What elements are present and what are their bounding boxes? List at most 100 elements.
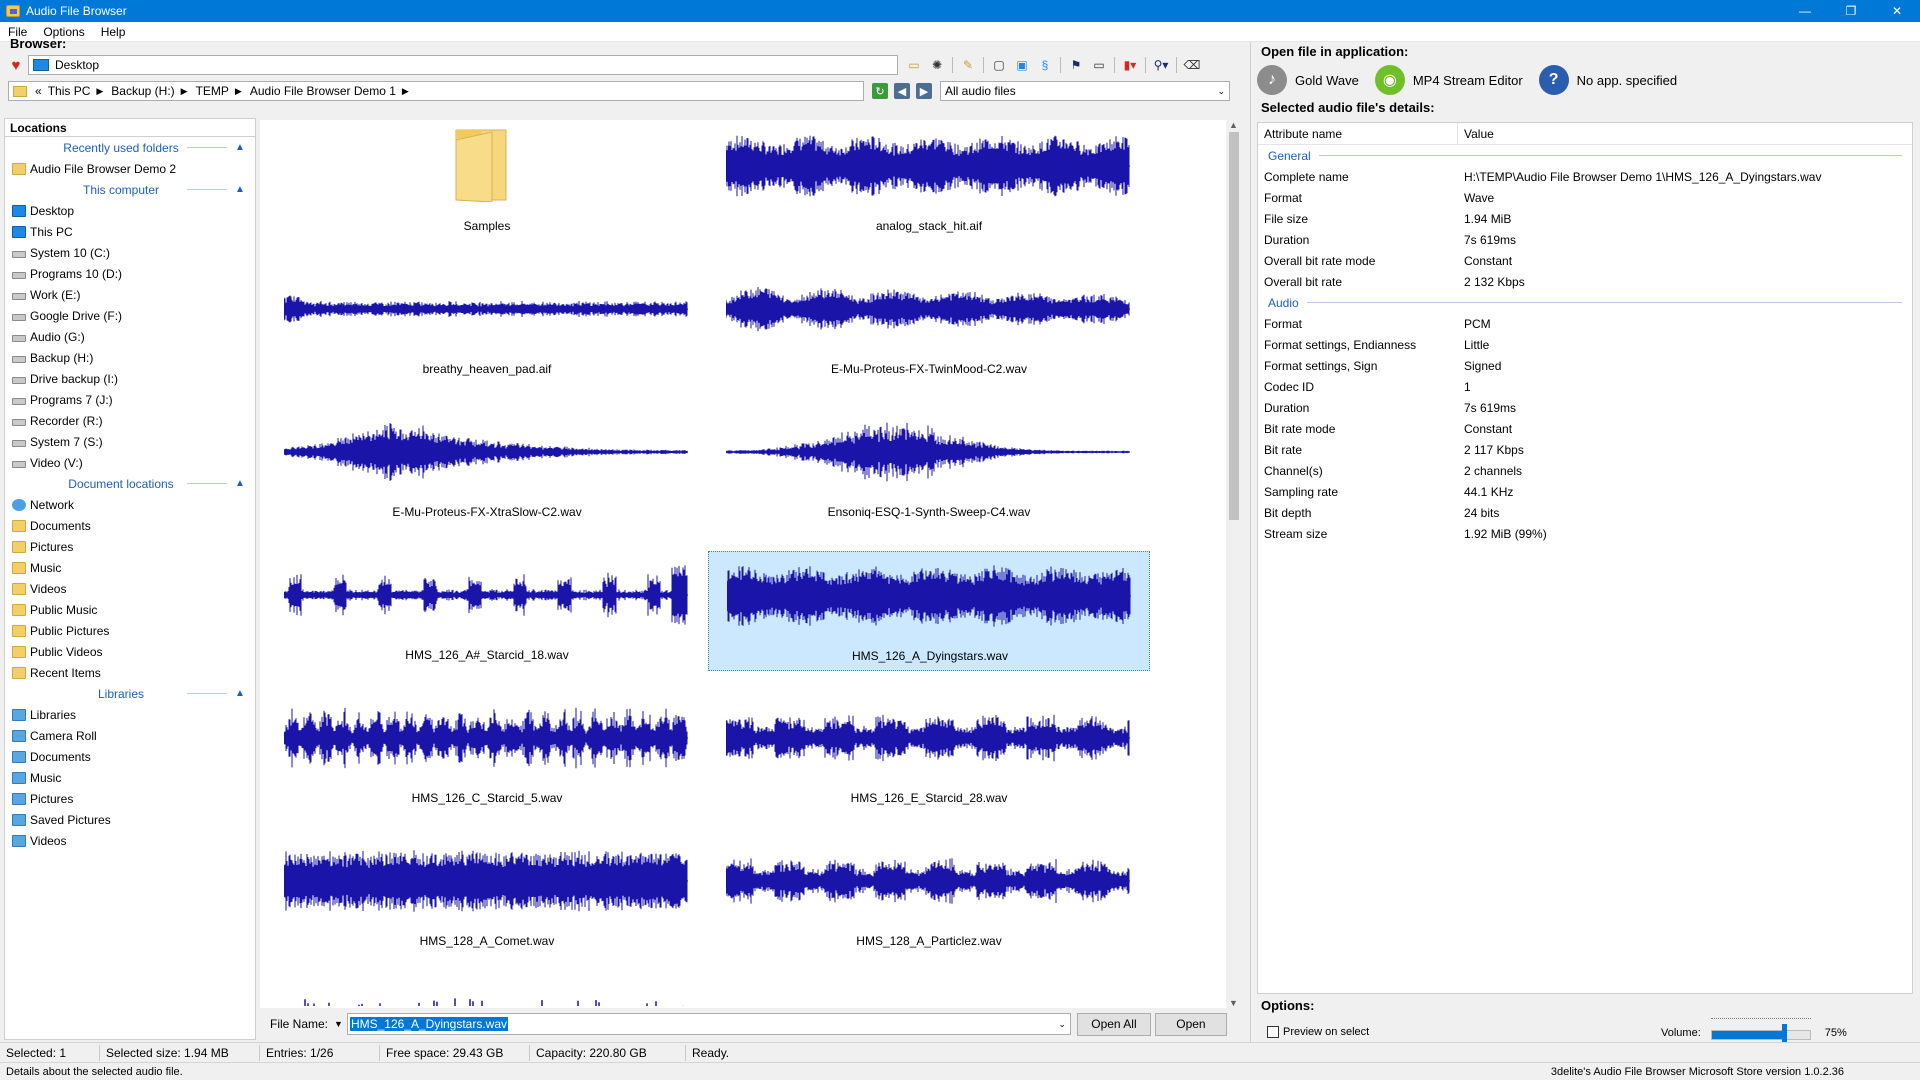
tree-item[interactable]: Music [5,557,255,578]
audio-file-tile[interactable]: HMS_126_A#_Starcid_18.wav [266,551,708,671]
details-row[interactable]: Duration 7s 619ms [1258,397,1912,418]
audio-file-tile[interactable]: HMS_128_A_Comet.wav [266,837,708,957]
tree-item[interactable]: Programs 10 (D:) [5,263,255,284]
breadcrumb-this-pc[interactable]: This PC [48,84,91,98]
breadcrumb-temp[interactable]: TEMP [196,84,229,98]
bookmark-icon[interactable]: ▮▾ [1120,55,1140,75]
settings-gear-icon[interactable]: ✺ [927,55,947,75]
tree-item[interactable]: This PC [5,221,255,242]
scroll-thumb[interactable] [1229,132,1239,520]
app-none[interactable]: ? No app. specified [1538,65,1677,95]
scroll-up-icon[interactable]: ▲ [1229,120,1238,130]
tree-item[interactable]: Music [5,767,255,788]
collapse-chevron-icon[interactable]: ▲ [235,184,249,195]
col-value[interactable]: Value [1458,127,1494,141]
breadcrumb-back[interactable]: « [35,84,42,98]
audio-file-tile[interactable]: HMS_126_A_Dyingstars.wav [708,551,1150,671]
skin-icon[interactable]: § [1035,55,1055,75]
details-row[interactable]: Sampling rate 44.1 KHz [1258,481,1912,502]
collapse-chevron-icon[interactable]: ▲ [235,478,249,489]
tree-group-header[interactable]: Libraries ▲ [5,683,255,704]
details-row[interactable]: Codec ID 1 [1258,376,1912,397]
minimize-button[interactable]: — [1782,0,1828,22]
refresh-icon[interactable]: ↻ [872,83,888,99]
tree-item[interactable]: Backup (H:) [5,347,255,368]
open-button[interactable]: Open [1154,1012,1227,1036]
audio-file-tile[interactable]: HMS_126_C_Starcid_5.wav [266,694,708,814]
favorite-heart-icon[interactable]: ♥ [8,57,24,74]
audio-file-tile[interactable]: Ensoniq-ESQ-1-Synth-Sweep-C4.wav [708,408,1150,528]
tree-item[interactable]: Drive backup (I:) [5,368,255,389]
preview-on-select[interactable]: Preview on select [1267,1026,1369,1038]
details-row[interactable]: File size 1.94 MiB [1258,208,1912,229]
details-row[interactable]: Format settings, Endianness Little [1258,334,1912,355]
file-name-input[interactable]: HMS_126_A_Dyingstars.wav ⌄ [346,1013,1071,1035]
tree-item[interactable]: Public Music [5,599,255,620]
back-arrow-icon[interactable]: ◀ [894,83,910,99]
tree-item[interactable]: Audio File Browser Demo 2 [5,158,255,179]
tree-item[interactable]: System 10 (C:) [5,242,255,263]
folder-tile[interactable]: Samples [266,122,708,242]
details-row[interactable]: Bit depth 24 bits [1258,502,1912,523]
audio-file-tile[interactable]: E-Mu-Proteus-FX-TwinMood-C2.wav [708,265,1150,385]
details-row[interactable]: Format Wave [1258,187,1912,208]
tree-item[interactable]: Recent Items [5,662,255,683]
details-row[interactable]: Channel(s) 2 channels [1258,460,1912,481]
details-row[interactable]: Bit rate mode Constant [1258,418,1912,439]
tree-item[interactable]: Documents [5,515,255,536]
open-all-button[interactable]: Open All [1076,1012,1151,1036]
tree-item[interactable]: Pictures [5,788,255,809]
collapse-chevron-icon[interactable]: ▲ [235,688,249,699]
tree-item[interactable]: Public Pictures [5,620,255,641]
tree-item[interactable]: Videos [5,578,255,599]
collapse-chevron-icon[interactable]: ▲ [235,142,249,153]
forward-arrow-icon[interactable]: ▶ [916,83,932,99]
tree-group-header[interactable]: This computer ▲ [5,179,255,200]
view-thumbnails-icon[interactable]: ▣ [1012,55,1032,75]
tree-item[interactable]: Audio (G:) [5,326,255,347]
monitor-icon[interactable]: ▭ [1089,55,1109,75]
breadcrumb[interactable]: « This PC ▶ Backup (H:) ▶ TEMP ▶ Audio F… [8,81,864,101]
audio-file-tile[interactable]: analog_stack_hit.aif [708,122,1150,242]
tree-group-header[interactable]: Recently used folders ▲ [5,137,255,158]
details-row[interactable]: Overall bit rate mode Constant [1258,250,1912,271]
audio-file-tile[interactable]: HMS_126_E_Starcid_28.wav [708,694,1150,814]
clear-icon[interactable]: ⌫ [1182,55,1202,75]
close-button[interactable]: ✕ [1874,0,1920,22]
edit-folder-icon[interactable]: ✎ [958,55,978,75]
details-row[interactable]: Format PCM [1258,313,1912,334]
tree-item[interactable]: Desktop [5,200,255,221]
audio-file-tile[interactable]: breathy_heaven_pad.aif [266,265,708,385]
tree-item[interactable]: Video (V:) [5,452,255,473]
view-list-icon[interactable]: ▢ [989,55,1009,75]
chevron-right-icon[interactable]: ▶ [402,86,409,97]
tree-item[interactable]: Work (E:) [5,284,255,305]
tree-item[interactable]: Google Drive (F:) [5,305,255,326]
menu-help[interactable]: Help [93,22,134,42]
maximize-button[interactable]: ❐ [1828,0,1874,22]
tree-item[interactable]: Camera Roll [5,725,255,746]
tree-item[interactable]: Pictures [5,536,255,557]
tree-group-header[interactable]: Document locations ▲ [5,473,255,494]
tree-item[interactable]: Documents [5,746,255,767]
details-row[interactable]: Bit rate 2 117 Kbps [1258,439,1912,460]
tree-item[interactable]: Libraries [5,704,255,725]
chevron-right-icon[interactable]: ▶ [96,86,103,97]
details-row[interactable]: Duration 7s 619ms [1258,229,1912,250]
details-row[interactable]: Stream size 1.92 MiB (99%) [1258,523,1912,544]
chevron-right-icon[interactable]: ▶ [181,86,188,97]
file-type-filter[interactable]: All audio files ⌄ [940,81,1230,101]
details-row[interactable]: Overall bit rate 2 132 Kbps [1258,271,1912,292]
tree-item[interactable]: Programs 7 (J:) [5,389,255,410]
tree-item[interactable]: Network [5,494,255,515]
search-icon[interactable]: ⚲▾ [1151,55,1171,75]
breadcrumb-demo1[interactable]: Audio File Browser Demo 1 [250,84,396,98]
scroll-down-icon[interactable]: ▼ [1229,998,1238,1008]
chevron-right-icon[interactable]: ▶ [235,86,242,97]
col-attribute[interactable]: Attribute name [1258,123,1458,144]
tree-item[interactable]: Videos [5,830,255,851]
chevron-down-icon[interactable]: ⌄ [1058,1019,1066,1030]
details-row[interactable]: Format settings, Sign Signed [1258,355,1912,376]
tree-item[interactable]: Recorder (R:) [5,410,255,431]
tree-item[interactable]: Public Videos [5,641,255,662]
